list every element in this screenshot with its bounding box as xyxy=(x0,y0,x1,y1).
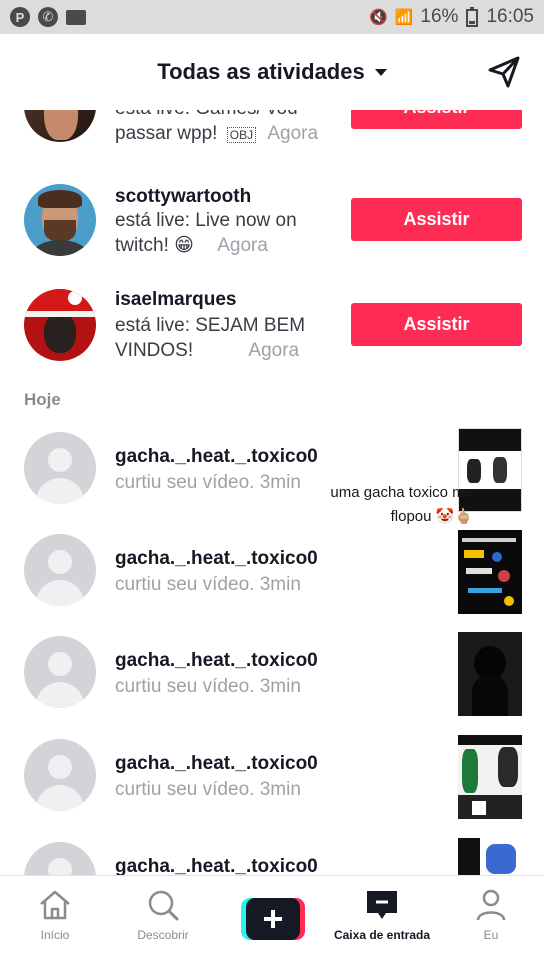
section-header-today: Hoje xyxy=(24,390,61,409)
username[interactable]: gacha._.heat._.toxico0 xyxy=(115,650,318,672)
username[interactable]: gacha._.heat._.toxico0 xyxy=(115,548,318,570)
battery-level: 16% xyxy=(420,6,459,27)
page-title: Todas as atividades xyxy=(157,59,365,84)
notification-description: curtiu seu vídeo. xyxy=(115,779,255,800)
notification-text: curtiu seu vídeo. 3min xyxy=(115,676,301,698)
username[interactable]: scottywartooth xyxy=(115,186,251,208)
tab-label: Eu xyxy=(483,928,499,942)
avatar-placeholder[interactable] xyxy=(24,534,96,606)
notification-time: Agora xyxy=(217,235,268,256)
activity-header: Todas as atividades xyxy=(0,34,544,110)
battery-icon xyxy=(466,7,479,27)
video-thumbnail[interactable] xyxy=(458,530,522,614)
avatar-placeholder[interactable] xyxy=(24,636,96,708)
direct-message-icon[interactable] xyxy=(486,54,522,90)
notification-time: 3min xyxy=(259,779,301,800)
activity-filter-dropdown[interactable]: Todas as atividades xyxy=(157,59,387,85)
create-video-button[interactable] xyxy=(241,898,305,940)
caption-line: uma gacha toxico me xyxy=(330,484,473,501)
watch-live-button[interactable]: Assistir xyxy=(351,110,522,129)
tab-label: Descobrir xyxy=(137,928,189,942)
notification-description: curtiu seu vídeo. xyxy=(115,472,255,493)
video-caption-overlay: uma gacha toxico me flopou 🤡🖕🏼 xyxy=(313,481,473,529)
status-bar: P ✆ 🔇 📶 16% 16:05 xyxy=(0,0,544,34)
notification-description: curtiu seu vídeo. xyxy=(115,574,255,595)
notification-time: Agora xyxy=(267,123,319,144)
watch-live-button[interactable]: Assistir xyxy=(351,303,522,346)
tab-profile[interactable]: Eu xyxy=(441,888,541,942)
inbox-icon xyxy=(367,891,397,919)
video-thumbnail[interactable] xyxy=(458,838,522,875)
notification-text: curtiu seu vídeo. 3min xyxy=(115,574,301,596)
avatar-placeholder[interactable] xyxy=(24,739,96,811)
folder-icon xyxy=(66,9,86,25)
notification-text: está live: Games/ vou passar wpp! OBJ Ag… xyxy=(115,110,335,148)
username[interactable]: isaelmarques xyxy=(115,289,236,311)
username[interactable]: gacha._.heat._.toxico0 xyxy=(115,446,318,468)
tab-label: Início xyxy=(40,928,70,942)
notification-text: está live: SEJAM BEM VINDOS! Agora xyxy=(115,313,335,363)
bottom-tab-bar: Início Descobrir Caixa de entrada Eu xyxy=(0,875,544,960)
chevron-down-icon xyxy=(374,68,387,76)
tab-inbox[interactable]: Caixa de entrada xyxy=(332,888,432,942)
like-notification[interactable]: gacha._.heat._.toxico0 curtiu seu vídeo.… xyxy=(0,530,544,630)
watch-live-button[interactable]: Assistir xyxy=(351,198,522,241)
avatar-placeholder[interactable] xyxy=(24,432,96,504)
username[interactable]: gacha._.heat._.toxico0 xyxy=(115,856,318,875)
emoji-placeholder-icon: OBJ xyxy=(226,127,257,143)
avatar[interactable] xyxy=(24,110,96,142)
notification-text: curtiu seu vídeo. 3min xyxy=(115,779,301,801)
clock: 16:05 xyxy=(486,6,534,27)
notification-time: 3min xyxy=(259,472,301,493)
status-left-icons: P ✆ xyxy=(10,7,86,27)
notification-time: Agora xyxy=(248,340,300,361)
notification-description: está live: Live now on twitch! 😁 xyxy=(115,210,297,256)
live-notification[interactable]: scottywartooth está live: Live now on tw… xyxy=(0,180,544,270)
like-notification[interactable]: gacha._.heat._.toxico0 curtiu seu vídeo.… xyxy=(0,632,544,732)
avatar[interactable] xyxy=(24,289,96,361)
notification-text: está live: Live now on twitch! 😁 Agora xyxy=(115,208,335,258)
home-icon xyxy=(40,890,70,920)
avatar-placeholder[interactable] xyxy=(24,842,96,875)
avatar[interactable] xyxy=(24,184,96,256)
like-notification[interactable]: gacha._.heat._.toxico0 xyxy=(0,838,544,875)
search-icon xyxy=(148,890,179,921)
whatsapp-icon: ✆ xyxy=(38,7,58,27)
video-thumbnail[interactable] xyxy=(458,632,522,716)
caption-line: flopou 🤡🖕🏼 xyxy=(390,508,473,525)
notification-time: 3min xyxy=(259,574,301,595)
username[interactable]: gacha._.heat._.toxico0 xyxy=(115,753,318,775)
profile-icon xyxy=(476,889,506,921)
tab-discover[interactable]: Descobrir xyxy=(113,888,213,942)
live-notification[interactable]: está live: Games/ vou passar wpp! OBJ Ag… xyxy=(0,110,544,160)
like-notification[interactable]: gacha._.heat._.toxico0 curtiu seu vídeo.… xyxy=(0,735,544,835)
tab-label: Caixa de entrada xyxy=(333,928,431,942)
notification-time: 3min xyxy=(259,676,301,697)
tab-home[interactable]: Início xyxy=(5,888,105,942)
wifi-icon: 📶 xyxy=(394,9,414,26)
mute-icon: 🔇 xyxy=(369,9,388,26)
notification-description: curtiu seu vídeo. xyxy=(115,676,255,697)
live-notification[interactable]: isaelmarques está live: SEJAM BEM VINDOS… xyxy=(0,285,544,375)
status-right: 🔇 📶 16% 16:05 xyxy=(369,6,534,28)
pinterest-icon: P xyxy=(10,7,30,27)
video-thumbnail[interactable] xyxy=(458,735,522,819)
notification-text: curtiu seu vídeo. 3min xyxy=(115,472,301,494)
